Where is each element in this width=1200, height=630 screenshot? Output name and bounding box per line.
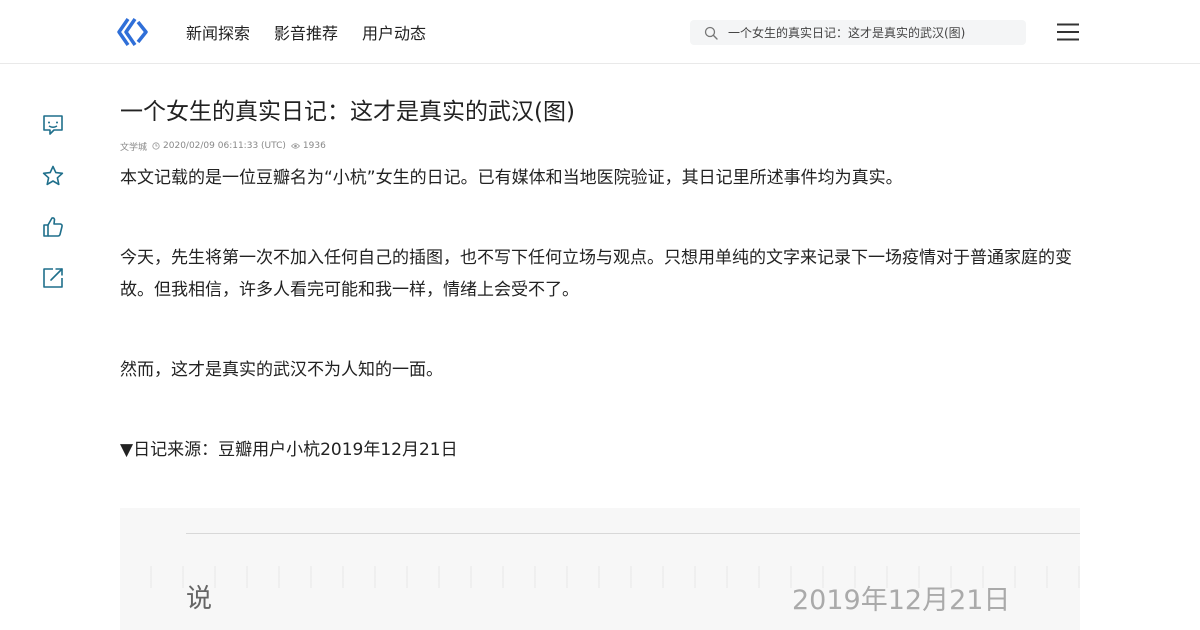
site-logo[interactable] — [116, 17, 148, 47]
article-views: 1936 — [302, 141, 326, 151]
search-input[interactable] — [728, 25, 1018, 40]
search-box[interactable] — [690, 20, 1026, 45]
side-action-bar — [40, 112, 66, 316]
diary-screenshot-image: 说 2019年12月21日 — [120, 508, 1080, 630]
like-button[interactable] — [40, 214, 66, 240]
thumbs-up-icon — [43, 217, 63, 237]
comment-icon — [43, 115, 63, 135]
article-paragraph: 然而，这才是真实的武汉不为人知的一面。 — [120, 360, 443, 380]
image-text-left: 说 — [186, 584, 213, 614]
image-divider — [186, 533, 1080, 534]
top-header: 新闻探索 影音推荐 用户动态 — [0, 0, 1200, 64]
nav-news[interactable]: 新闻探索 — [186, 20, 250, 44]
article: 一个女生的真实日记：这才是真实的武汉(图) 文学城 2020/02/09 06:… — [120, 96, 1080, 466]
article-paragraph: 今天，先生将第一次不加入任何自己的插图，也不写下任何立场与观点。只想用单纯的文字… — [120, 248, 1072, 300]
comment-button[interactable] — [40, 112, 66, 138]
views-icon — [290, 142, 300, 150]
image-text-date: 2019年12月21日 — [792, 585, 1011, 616]
nav-media[interactable]: 影音推荐 — [274, 20, 338, 44]
article-meta: 文学城 2020/02/09 06:11:33 (UTC) 1936 — [120, 140, 1080, 153]
star-icon — [42, 165, 64, 186]
article-paragraph: 本文记载的是一位豆瓣名为“小杭”女生的日记。已有媒体和当地医院验证，其日记里所述… — [120, 168, 903, 188]
logo-icon — [117, 18, 148, 46]
article-title: 一个女生的真实日记：这才是真实的武汉(图) — [120, 99, 575, 125]
main-nav: 新闻探索 影音推荐 用户动态 — [186, 0, 450, 64]
article-source[interactable]: 文学城 — [120, 140, 147, 153]
clock-icon — [152, 142, 160, 150]
share-button[interactable] — [40, 265, 66, 291]
hamburger-menu-icon[interactable] — [1056, 22, 1080, 42]
article-paragraph: ▼日记来源：豆瓣用户小杭2019年12月21日 — [120, 440, 458, 460]
favorite-button[interactable] — [40, 163, 66, 189]
share-icon — [43, 268, 63, 288]
search-icon[interactable] — [704, 26, 718, 40]
article-datetime: 2020/02/09 06:11:33 (UTC) — [163, 141, 286, 151]
nav-user-activity[interactable]: 用户动态 — [362, 20, 426, 44]
